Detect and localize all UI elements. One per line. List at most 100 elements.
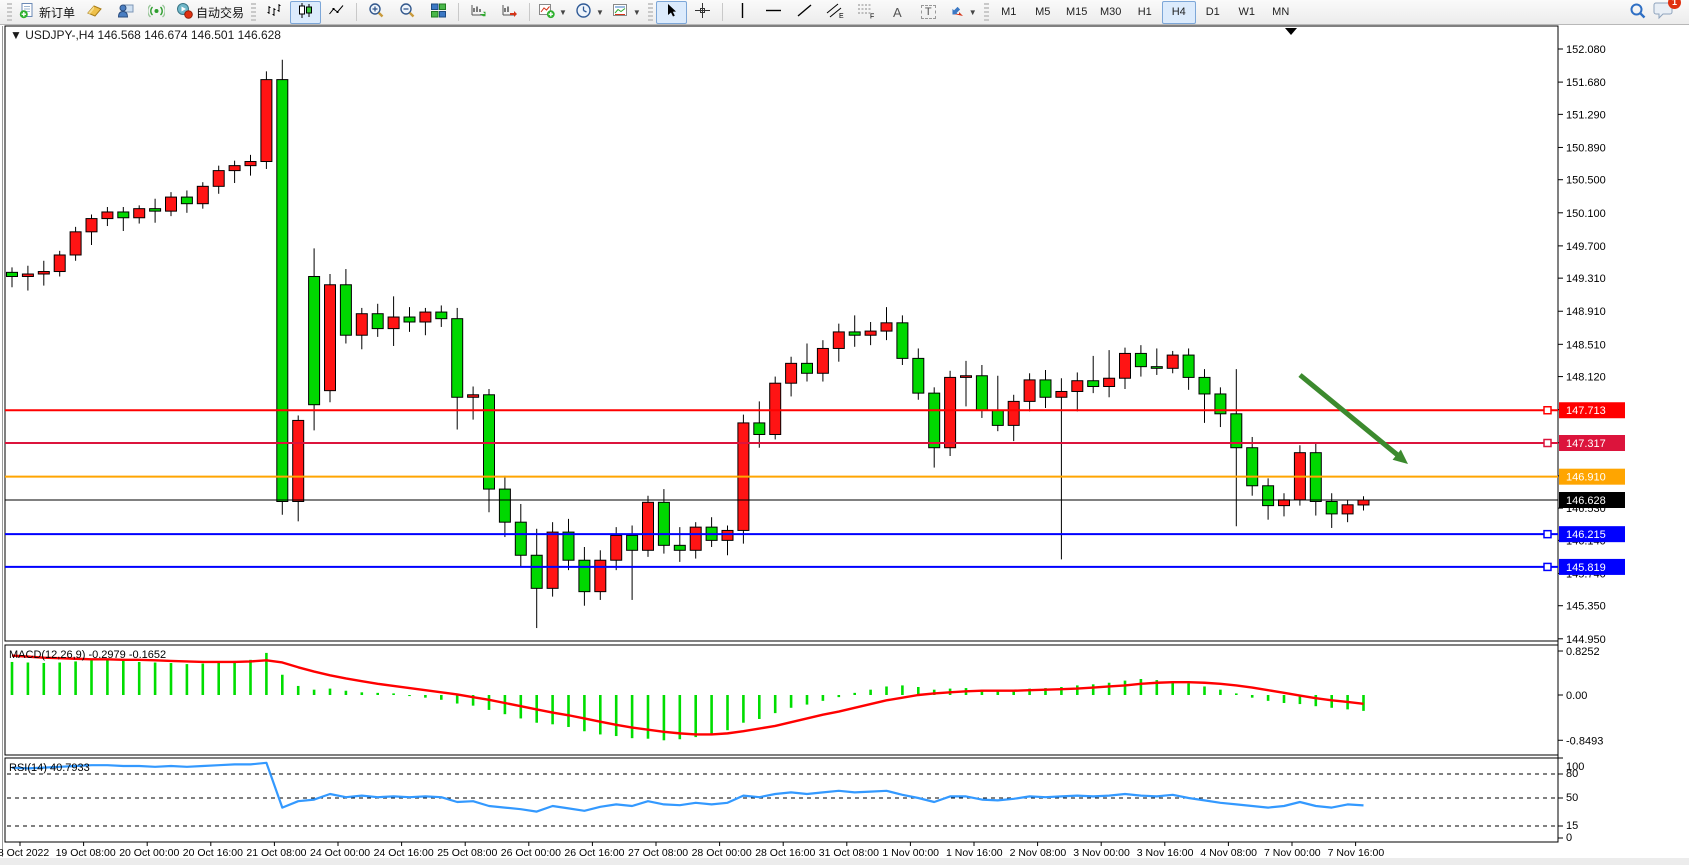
auto-trading-button[interactable]: 自动交易 bbox=[172, 1, 248, 24]
toolbar-grip bbox=[984, 3, 989, 21]
auto-scroll-icon bbox=[470, 2, 487, 22]
zoom-out-icon bbox=[399, 2, 416, 22]
search-icon bbox=[1629, 2, 1647, 23]
auto-scroll-button[interactable] bbox=[463, 1, 494, 24]
timeframe-MN[interactable]: MN bbox=[1264, 1, 1298, 24]
arrows-tool[interactable]: ▼ bbox=[944, 1, 981, 24]
cursor-tool-button[interactable] bbox=[656, 1, 687, 24]
fibonacci-icon: F bbox=[857, 2, 876, 22]
svg-text:146.910: 146.910 bbox=[1566, 472, 1606, 484]
market-watch-button[interactable] bbox=[79, 1, 110, 24]
timeframe-W1[interactable]: W1 bbox=[1230, 1, 1264, 24]
search-button[interactable] bbox=[1622, 1, 1653, 24]
svg-text:18 Oct 2022: 18 Oct 2022 bbox=[0, 847, 49, 859]
svg-text:27 Oct 08:00: 27 Oct 08:00 bbox=[628, 847, 688, 859]
svg-text:31 Oct 08:00: 31 Oct 08:00 bbox=[819, 847, 879, 859]
chart-shift-button[interactable] bbox=[494, 1, 525, 24]
svg-text:149.310: 149.310 bbox=[1566, 273, 1606, 285]
toolbar-separator bbox=[356, 3, 357, 21]
svg-text:147.317: 147.317 bbox=[1566, 438, 1606, 450]
svg-text:7 Nov 16:00: 7 Nov 16:00 bbox=[1328, 847, 1385, 859]
signal-broadcast-icon bbox=[148, 2, 165, 22]
indicators-button[interactable]: ▼ bbox=[534, 1, 571, 24]
price-label-147.713: 147.713 bbox=[1559, 402, 1625, 418]
trendline-icon bbox=[796, 2, 813, 22]
new-order-button[interactable]: 新订单 bbox=[15, 1, 79, 24]
svg-text:148.510: 148.510 bbox=[1566, 339, 1606, 351]
toolbar-separator bbox=[458, 3, 459, 21]
svg-text:1 Nov 16:00: 1 Nov 16:00 bbox=[946, 847, 1003, 859]
zoom-out-button[interactable] bbox=[392, 1, 423, 24]
dropdown-arrow-icon: ▼ bbox=[559, 8, 567, 17]
dropdown-arrow-icon: ▼ bbox=[633, 8, 641, 17]
notification-badge: 1 bbox=[1668, 0, 1681, 9]
text-label-tool[interactable]: T bbox=[913, 1, 944, 24]
chart-canvas[interactable]: 152.080151.680151.290150.890150.500150.1… bbox=[0, 0, 1689, 865]
svg-text:19 Oct 08:00: 19 Oct 08:00 bbox=[56, 847, 116, 859]
svg-text:152.080: 152.080 bbox=[1566, 44, 1606, 56]
dropdown-arrow-icon: ▼ bbox=[596, 8, 604, 17]
svg-text:20 Oct 16:00: 20 Oct 16:00 bbox=[183, 847, 243, 859]
svg-text:150.100: 150.100 bbox=[1566, 208, 1606, 220]
equidistant-channel-icon: E bbox=[826, 2, 845, 22]
channel-tool[interactable]: E bbox=[820, 1, 851, 24]
candlestick-chart-icon bbox=[297, 2, 314, 22]
toolbar-separator bbox=[722, 3, 723, 21]
timeframe-M5[interactable]: M5 bbox=[1026, 1, 1060, 24]
signals-button[interactable] bbox=[141, 1, 172, 24]
timeframe-M1[interactable]: M1 bbox=[992, 1, 1026, 24]
svg-text:3 Nov 00:00: 3 Nov 00:00 bbox=[1073, 847, 1130, 859]
svg-text:4 Nov 08:00: 4 Nov 08:00 bbox=[1200, 847, 1257, 859]
svg-text:148.910: 148.910 bbox=[1566, 306, 1606, 318]
horizontal-line-tool[interactable] bbox=[758, 1, 789, 24]
svg-text:1 Nov 00:00: 1 Nov 00:00 bbox=[882, 847, 939, 859]
timeframe-D1[interactable]: D1 bbox=[1196, 1, 1230, 24]
svg-text:20 Oct 00:00: 20 Oct 00:00 bbox=[119, 847, 179, 859]
line-chart-button[interactable] bbox=[321, 1, 352, 24]
bar-chart-icon bbox=[266, 2, 283, 22]
template-icon bbox=[612, 2, 629, 22]
toolbar-grip bbox=[7, 3, 12, 21]
zoom-in-icon bbox=[368, 2, 385, 22]
crosshair-tool-button[interactable] bbox=[687, 1, 718, 24]
indicators-icon bbox=[538, 2, 555, 22]
chart-title: ▼ USDJPY-,H4 146.568 146.674 146.501 146… bbox=[10, 28, 281, 42]
svg-text:0.8252: 0.8252 bbox=[1566, 646, 1600, 658]
timeframe-M30[interactable]: M30 bbox=[1094, 1, 1128, 24]
svg-text:144.950: 144.950 bbox=[1566, 634, 1606, 646]
svg-text:145.819: 145.819 bbox=[1566, 562, 1606, 574]
zoom-in-button[interactable] bbox=[361, 1, 392, 24]
tile-windows-button[interactable] bbox=[423, 1, 454, 24]
fibonacci-tool[interactable]: F bbox=[851, 1, 882, 24]
vertical-line-icon bbox=[736, 2, 749, 22]
timeframe-H1[interactable]: H1 bbox=[1128, 1, 1162, 24]
text-tool[interactable]: A bbox=[882, 1, 913, 24]
period-button[interactable]: ▼ bbox=[571, 1, 608, 24]
svg-text:3 Nov 16:00: 3 Nov 16:00 bbox=[1137, 847, 1194, 859]
svg-text:E: E bbox=[839, 13, 844, 19]
arrows-icon bbox=[948, 2, 965, 22]
svg-text:24 Oct 00:00: 24 Oct 00:00 bbox=[310, 847, 370, 859]
toolbar-grip bbox=[648, 3, 653, 21]
rsi-label: RSI(14) 40.7933 bbox=[9, 762, 90, 774]
expert-advisors-button[interactable] bbox=[110, 1, 141, 24]
svg-text:28 Oct 00:00: 28 Oct 00:00 bbox=[692, 847, 752, 859]
templates-button[interactable]: ▼ bbox=[608, 1, 645, 24]
notifications-button[interactable]: 1 bbox=[1653, 0, 1675, 25]
svg-text:25 Oct 08:00: 25 Oct 08:00 bbox=[437, 847, 497, 859]
timeframe-H4[interactable]: H4 bbox=[1162, 1, 1196, 24]
horizontal-line-icon bbox=[765, 4, 782, 20]
trendline-tool[interactable] bbox=[789, 1, 820, 24]
bar-chart-button[interactable] bbox=[259, 1, 290, 24]
line-chart-icon bbox=[328, 2, 345, 22]
vertical-line-tool[interactable] bbox=[727, 1, 758, 24]
timeframe-bar: M1M5M15M30H1H4D1W1MN bbox=[992, 1, 1298, 24]
svg-text:80: 80 bbox=[1566, 768, 1578, 780]
timeframe-M15[interactable]: M15 bbox=[1060, 1, 1094, 24]
trader-profile-icon bbox=[117, 2, 134, 22]
svg-text:F: F bbox=[870, 14, 874, 20]
svg-text:50: 50 bbox=[1566, 792, 1578, 804]
toolbar-grip bbox=[251, 3, 256, 21]
candlestick-chart-button[interactable] bbox=[290, 1, 321, 24]
chart-shift-icon bbox=[501, 2, 518, 22]
